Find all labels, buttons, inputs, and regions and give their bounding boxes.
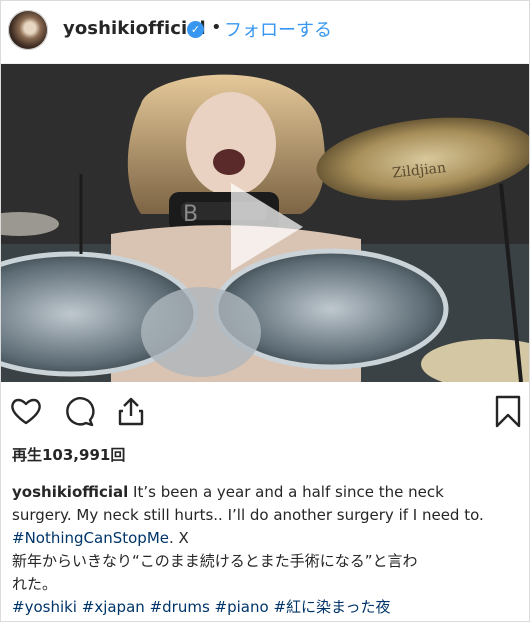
- caption-text-2: surgery. My neck still hurts.. I’ll do a…: [12, 506, 484, 524]
- hashtag-nothingcanstopme[interactable]: #NothingCanStopMe: [12, 529, 169, 547]
- caption-jp-2: れた。: [12, 575, 58, 593]
- caption-text-1: It’s been a year and a half since the ne…: [128, 483, 444, 501]
- hashtag[interactable]: #yoshiki: [12, 598, 77, 616]
- video-player[interactable]: B Zildjian: [1, 64, 529, 382]
- bookmark-icon[interactable]: [491, 394, 525, 428]
- comment-icon[interactable]: [61, 394, 95, 428]
- svg-text:B: B: [183, 202, 198, 227]
- post-header: yoshikiofficial ✓ • フォローする: [1, 1, 529, 63]
- caption-username[interactable]: yoshikiofficial: [12, 483, 128, 501]
- hashtag[interactable]: #piano: [215, 598, 269, 616]
- heart-icon[interactable]: [9, 394, 43, 428]
- play-icon[interactable]: [225, 177, 307, 277]
- hashtag[interactable]: #紅に染まった夜: [273, 598, 390, 616]
- username-link[interactable]: yoshikiofficial: [63, 18, 206, 39]
- instagram-post: yoshikiofficial ✓ • フォローする B Zildjian 再生…: [0, 0, 530, 622]
- separator-dot: •: [211, 17, 222, 38]
- caption-text-3: . X: [169, 529, 189, 547]
- hashtag[interactable]: #xjapan: [82, 598, 145, 616]
- verified-badge-icon: ✓: [187, 21, 204, 38]
- caption: yoshikiofficial It’s been a year and a h…: [12, 481, 519, 619]
- caption-jp-1: 新年からいきなり“このまま続けるとまた手術になる”と言わ: [12, 552, 418, 570]
- action-bar: [1, 394, 529, 438]
- share-icon[interactable]: [114, 394, 148, 428]
- hashtag-list: #yoshiki #xjapan #drums #piano #紅に染まった夜: [12, 596, 519, 619]
- view-count[interactable]: 再生103,991回: [12, 444, 125, 465]
- follow-button[interactable]: フォローする: [224, 16, 332, 42]
- hashtag[interactable]: #drums: [150, 598, 210, 616]
- avatar[interactable]: [8, 10, 48, 50]
